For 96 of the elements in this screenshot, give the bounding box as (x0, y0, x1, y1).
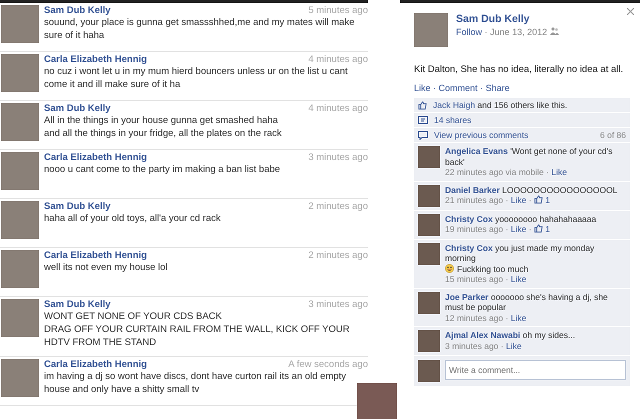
avatar-photo (1, 359, 39, 397)
message-text: haha all of your old toys, all'a your cd rack (44, 212, 222, 225)
thumbs-up-icon (534, 224, 543, 233)
likes-text: Jack Haigh and 156 others like this. (433, 100, 568, 110)
like-count: 1 (545, 224, 550, 234)
people-icon (550, 27, 559, 35)
message-time: 5 minutes ago (308, 5, 368, 16)
avatar-photo (418, 146, 440, 168)
avatar-photo (1, 5, 39, 43)
action-link[interactable]: Like (414, 83, 431, 93)
message-text: and all the things in your fridge, all the plates on the rack (44, 127, 283, 140)
comment-time: 22 minutes ago via mobile (445, 167, 544, 177)
sender-name[interactable]: Sam Dub Kelly (44, 201, 111, 212)
avatar-photo (418, 292, 440, 314)
message-text: souund, your place is gunna get smassshhed,me and my mates will make sure of it haha (44, 16, 356, 42)
sender-name[interactable]: Sam Dub Kelly (44, 103, 111, 114)
like-link[interactable]: Like (506, 340, 522, 350)
share-icon (418, 116, 428, 124)
comment-text: Angelica Evans 'Wont get none of your cd's back' (445, 146, 614, 167)
avatar-photo (414, 13, 448, 47)
message-time: 4 minutes ago (308, 103, 368, 114)
avatar-photo (418, 214, 440, 236)
separator-dot: · (480, 83, 484, 93)
message-time: A few seconds ago (288, 359, 368, 370)
comment-time: 3 minutes ago (445, 340, 498, 350)
avatar-photo (1, 299, 39, 337)
message-time: 4 minutes ago (308, 54, 368, 65)
avatar-photo (1, 201, 39, 239)
comment-text: Daniel Barker LOOOOOOOOOOOOOOOOL (445, 184, 618, 195)
avatar-photo (418, 330, 440, 352)
thumbs-up-icon (418, 100, 427, 110)
comment-count: 6 of 86 (600, 130, 626, 140)
sender-name[interactable]: Sam Dub Kelly (44, 299, 111, 310)
message-time: 2 minutes ago (308, 250, 368, 261)
like-link[interactable]: Like (510, 312, 526, 322)
close-icon[interactable] (627, 8, 634, 15)
comment-text: Christy Cox yoooooooo hahahahaaaaa (445, 214, 596, 224)
message-text: well its not even my house lol (44, 261, 169, 274)
comment-input-field[interactable]: Write a comment... (445, 360, 626, 380)
sender-name[interactable]: Carla Elizabeth Hennig (44, 250, 147, 261)
comment-time: 15 minutes ago (445, 274, 504, 284)
author-name[interactable]: Sam Dub Kelly (456, 13, 559, 25)
thumbs-up-icon (534, 195, 543, 204)
avatar-photo (1, 54, 39, 92)
separator-dot: · (528, 224, 532, 234)
avatar-photo (1, 152, 39, 190)
message-text: WONT GET NONE OF YOUR CDS BACK (44, 310, 223, 323)
message-text: nooo u cant come to the party im making a ban list babe (44, 163, 282, 176)
message-time: 3 minutes ago (308, 152, 368, 163)
comment-text: Ajmal Alex Nawabi oh my sides... (445, 330, 576, 340)
separator-dot: · (506, 224, 508, 234)
avatar-photo (418, 184, 440, 206)
sender-name[interactable]: Carla Elizabeth Hennig (44, 54, 147, 65)
sender-name[interactable]: Carla Elizabeth Hennig (44, 359, 147, 370)
message-text: DRAG OFF YOUR CURTAIN RAIL FROM THE WALL, KICK OFF YOUR HDTV FROM THE STAND (44, 323, 351, 349)
separator-dot: · (506, 312, 508, 322)
post-date: June 13, 2012 (490, 27, 548, 37)
like-link[interactable]: Like (510, 274, 526, 284)
action-link[interactable]: Share (486, 83, 510, 93)
action-link[interactable]: Comment (438, 83, 478, 93)
like-link[interactable]: Like (551, 167, 567, 177)
comment-icon (418, 130, 428, 140)
avatar-photo (418, 360, 440, 382)
separator-dot: · (546, 167, 549, 177)
separator-dot: · (528, 195, 532, 205)
post-text: Kit Dalton, She has no idea, literally no idea at all. (413, 63, 624, 75)
message-text: no cuz i wont let u in my mum hierd bouncers unless ur on the list u cant come it and ill make sure of it ha (44, 65, 349, 91)
comment-text: Joe Parker ooooooo she's having a dj, she must be popular (445, 292, 609, 312)
like-link[interactable]: Like (510, 195, 526, 205)
separator-dot: · (433, 83, 436, 93)
smiley-icon (445, 264, 454, 274)
separator-dot: · (506, 195, 508, 205)
comment-time: 19 minutes ago (445, 224, 504, 234)
message-text: im having a dj so wont have discs, dont have curton rail its an old empty house and only have a shitty small tv (44, 370, 348, 396)
sender-name[interactable]: Carla Elizabeth Hennig (44, 152, 147, 163)
photo-placeholder (357, 383, 397, 419)
comment-text: Fuckking too much (457, 264, 528, 274)
comment-time: 21 minutes ago (445, 195, 504, 205)
message-text: All in the things in your house gunna get smashed haha (44, 114, 279, 127)
shares-link[interactable]: 14 shares (434, 115, 472, 125)
message-time: 3 minutes ago (308, 299, 368, 310)
separator-dot: · (506, 274, 508, 284)
avatar-photo (1, 103, 39, 141)
like-link[interactable]: Like (510, 224, 526, 234)
separator-dot: · (500, 340, 504, 350)
liker-name-link[interactable]: Jack Haigh (433, 100, 476, 110)
sender-name[interactable]: Sam Dub Kelly (44, 5, 111, 16)
comment-text: Christy Cox you just made my monday morning (445, 242, 596, 264)
view-previous-comments-link[interactable]: View previous comments (434, 130, 528, 140)
avatar-photo (1, 250, 39, 288)
avatar-photo (418, 242, 440, 264)
like-count: 1 (545, 195, 550, 205)
follow-link[interactable]: Follow (456, 27, 482, 37)
comment-time: 12 minutes ago (445, 312, 504, 322)
message-time: 2 minutes ago (308, 201, 368, 212)
separator-dot: · (484, 27, 488, 37)
